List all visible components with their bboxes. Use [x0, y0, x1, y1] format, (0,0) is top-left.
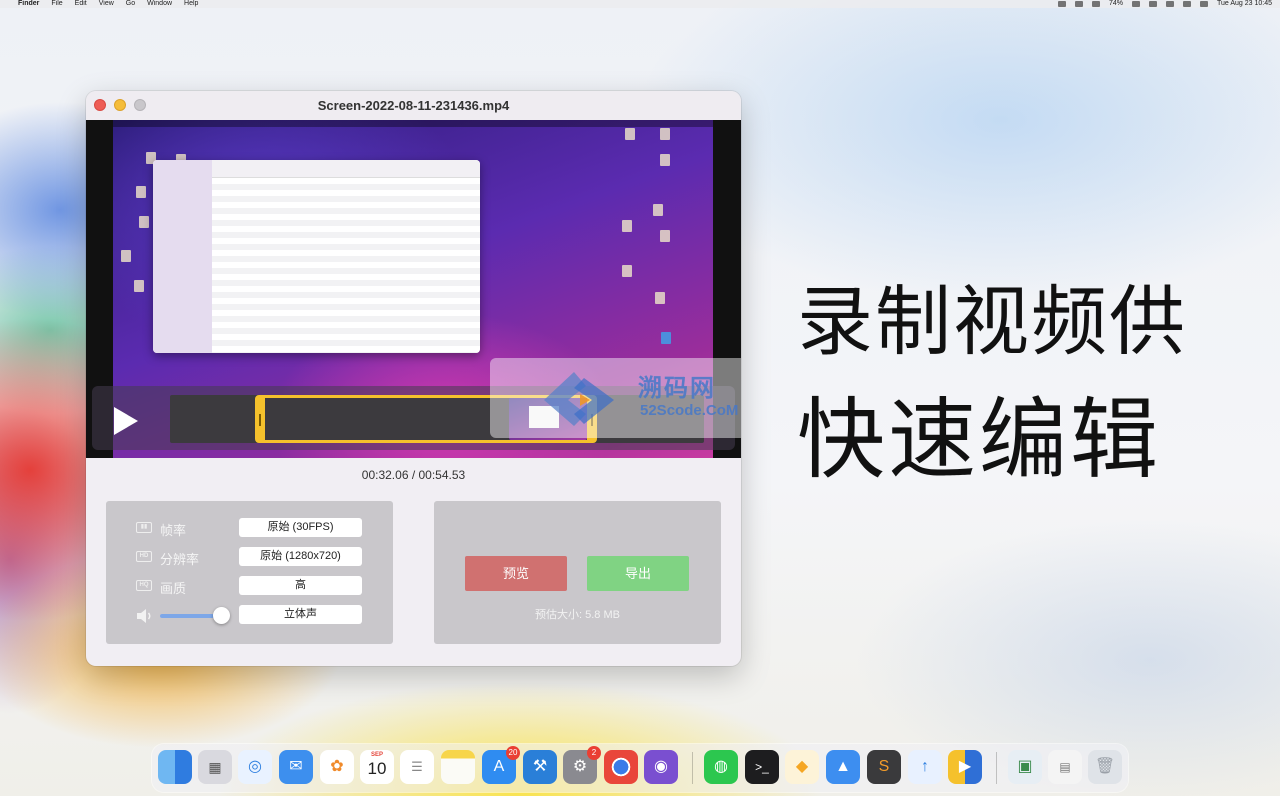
resolution-icon: HD	[136, 551, 152, 562]
watermark: 溯码网 52Scode.CoM	[490, 358, 741, 438]
battery-percent[interactable]: 74%	[1109, 0, 1123, 8]
calendar-day: 10	[367, 759, 387, 778]
github-desktop-icon[interactable]: ◉	[644, 750, 678, 784]
watermark-subtext: 52Scode.CoM	[640, 402, 739, 419]
trim-start-handle[interactable]	[259, 414, 262, 426]
video-editor-app-icon[interactable]: ▶	[948, 750, 982, 784]
output-settings-panel: ▮▮ 帧率 原始 (30FPS) HD 分辨率 原始 (1280x720) HQ…	[106, 501, 393, 644]
reminders-icon[interactable]: ☰	[400, 750, 434, 784]
transmit-icon[interactable]: ↑	[908, 750, 942, 784]
desktop-file-icon	[136, 186, 146, 198]
status-icon[interactable]	[1074, 1, 1083, 7]
menu-bar: Finder File Edit View Go Window Help 74%…	[0, 0, 1280, 8]
quality-label: 画质	[160, 581, 187, 596]
video-preview[interactable]: 溯码网 52Scode.CoM	[86, 120, 741, 458]
export-panel: 预览 导出 预估大小: 5.8 MB	[434, 501, 721, 644]
menu-file[interactable]: File	[51, 0, 62, 8]
headline-line-2: 快速编辑	[797, 388, 1162, 491]
preview-app-icon[interactable]: ▣	[1008, 750, 1042, 784]
desktop-file-icon	[139, 216, 149, 228]
search-icon[interactable]	[1182, 1, 1191, 7]
bluetooth-icon[interactable]	[1148, 1, 1157, 7]
safari-icon[interactable]: ◎	[238, 750, 272, 784]
notes-icon[interactable]	[441, 750, 475, 784]
title-bar: Screen-2022-08-11-231436.mp4	[86, 91, 741, 120]
audio-channel-select[interactable]: 立体声	[239, 605, 362, 624]
downloads-stack-icon[interactable]: ▤	[1048, 750, 1082, 784]
app-store-icon[interactable]: A 20	[482, 746, 520, 784]
xcode-icon[interactable]: ⚒	[523, 750, 557, 784]
play-icon[interactable]	[112, 406, 140, 436]
battery-icon[interactable]	[1131, 1, 1140, 7]
status-icon[interactable]	[1091, 1, 1100, 7]
menu-go[interactable]: Go	[126, 0, 135, 8]
volume-slider-knob[interactable]	[213, 607, 231, 624]
volume-icon	[137, 609, 151, 623]
sublime-text-icon[interactable]: S	[867, 750, 901, 784]
desktop-file-icon	[660, 230, 670, 242]
estimated-size: 预估大小: 5.8 MB	[535, 609, 620, 621]
desktop-folder-icon	[661, 332, 671, 344]
quality-select[interactable]: 高	[239, 576, 362, 595]
dock: ▦ ◎ ✉ ✿ SEP 10 ☰ A 20 ⚒ ⚙ 2 ◉ ◍ >_ ◆ ▲ S…	[152, 744, 1128, 792]
control-center-icon[interactable]	[1199, 1, 1208, 7]
finder-icon[interactable]	[158, 750, 192, 784]
desktop-file-icon	[625, 128, 635, 140]
desktop-file-icon	[660, 128, 670, 140]
terminal-icon[interactable]: >_	[745, 750, 779, 784]
desktop-file-icon	[655, 292, 665, 304]
calendar-month: SEP	[370, 752, 383, 758]
menu-window[interactable]: Window	[147, 0, 172, 8]
watermark-logo-icon	[544, 372, 614, 426]
export-button[interactable]: 导出	[587, 556, 689, 591]
menu-view[interactable]: View	[99, 0, 114, 8]
recorded-finder-list	[212, 178, 480, 353]
menu-help[interactable]: Help	[184, 0, 198, 8]
calendar-icon[interactable]: SEP 10	[360, 750, 394, 784]
desktop-file-icon	[622, 220, 632, 232]
launchpad-icon[interactable]: ▦	[198, 750, 232, 784]
recorded-finder-toolbar	[212, 160, 480, 178]
recorded-finder-sidebar	[153, 160, 212, 353]
trash-icon[interactable]: 🗑	[1088, 750, 1122, 784]
video-editor-window: Screen-2022-08-11-231436.mp4 溯码网 52Scode…	[86, 91, 741, 666]
menu-edit[interactable]: Edit	[75, 0, 87, 8]
quality-icon: HQ	[136, 580, 152, 591]
chrome-icon[interactable]	[604, 750, 638, 784]
wifi-icon[interactable]	[1165, 1, 1174, 7]
status-icon[interactable]	[1057, 1, 1066, 7]
volume-slider-fill	[160, 614, 214, 618]
window-title: Screen-2022-08-11-231436.mp4	[317, 98, 510, 113]
mail-icon[interactable]: ✉	[279, 750, 313, 784]
menu-app-name[interactable]: Finder	[18, 0, 39, 8]
desktop-file-icon	[622, 265, 632, 277]
photos-icon[interactable]: ✿	[320, 750, 354, 784]
recorded-menubar	[113, 120, 713, 127]
framerate-icon: ▮▮	[136, 522, 152, 533]
desktop-file-icon	[653, 204, 663, 216]
timecode: 00:32.06 / 00:54.53	[361, 468, 466, 482]
wechat-icon[interactable]: ◍	[704, 750, 738, 784]
framerate-label: 帧率	[160, 523, 187, 538]
system-preferences-icon[interactable]: ⚙ 2	[563, 746, 601, 784]
resolution-select[interactable]: 原始 (1280x720)	[239, 547, 362, 566]
recorded-finder-window	[153, 160, 480, 353]
desktop-file-icon	[121, 250, 131, 262]
app-store-badge: 20	[506, 746, 520, 760]
system-preferences-badge: 2	[587, 746, 601, 760]
resolution-label: 分辨率	[160, 552, 200, 567]
watermark-text: 溯码网	[638, 375, 716, 402]
sketch-icon[interactable]: ◆	[785, 750, 819, 784]
headline-line-1: 录制视频供	[797, 277, 1187, 366]
instruments-icon[interactable]: ▲	[826, 750, 860, 784]
preview-button[interactable]: 预览	[465, 556, 567, 591]
desktop-file-icon	[660, 154, 670, 166]
framerate-select[interactable]: 原始 (30FPS)	[239, 518, 362, 537]
menu-clock[interactable]: Tue Aug 23 10:45	[1217, 0, 1272, 8]
dock-separator	[692, 752, 693, 784]
desktop-file-icon	[134, 280, 144, 292]
dock-separator	[996, 752, 997, 784]
